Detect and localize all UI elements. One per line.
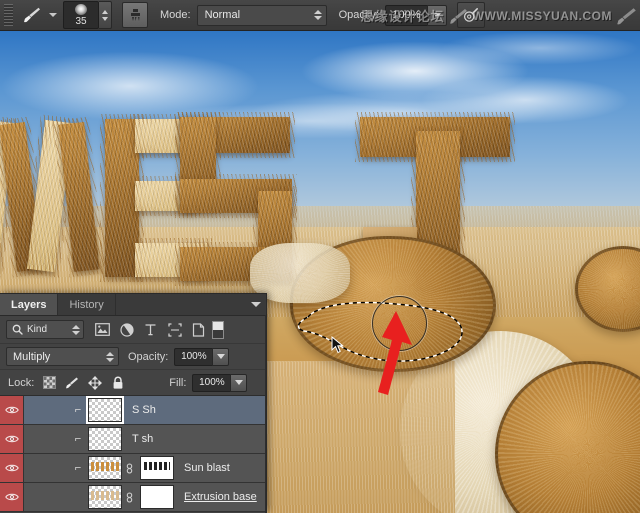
- layer-fill-input[interactable]: 100%: [192, 373, 231, 392]
- letter-e-stem: [105, 119, 139, 277]
- chevron-updown-icon: [72, 324, 80, 335]
- stepper-up-icon: [102, 9, 108, 14]
- layer-thumbnail[interactable]: [88, 398, 122, 422]
- options-bar-grip[interactable]: [4, 4, 13, 26]
- airbrush-toggle-button[interactable]: [456, 2, 485, 28]
- tool-options-bar[interactable]: 35 Mode: Normal Opacity: 100% 思缘设计论坛 WWW…: [0, 0, 640, 31]
- panel-menu-icon[interactable]: [251, 302, 261, 307]
- mask-link-icon[interactable]: [124, 491, 135, 504]
- panel-right-edge: [265, 315, 266, 513]
- chevron-down-icon: [432, 12, 441, 18]
- layer-visibility-toggle[interactable]: [0, 396, 24, 424]
- eye-icon: [4, 464, 19, 472]
- lock-label: Lock:: [8, 376, 35, 389]
- layer-visibility-toggle[interactable]: [0, 425, 24, 453]
- layer-list[interactable]: ⌐ S Sh ⌐ T sh ⌐ Sun blast Extrusion base: [0, 396, 266, 512]
- layer-name[interactable]: Sun blast: [184, 462, 230, 474]
- layer-name[interactable]: Extrusion base: [184, 491, 257, 503]
- clipping-mask-arrow-icon: ⌐: [74, 433, 82, 445]
- clipping-mask-arrow-icon: ⌐: [74, 404, 82, 416]
- blend-mode-value: Normal: [204, 9, 241, 21]
- layers-panel[interactable]: Layers History Kind Multiply Opacity: 10…: [0, 293, 267, 513]
- type-layer-filter-icon[interactable]: [143, 322, 158, 337]
- brush-size-value: 35: [75, 16, 87, 27]
- filter-toggle-switch[interactable]: [212, 320, 224, 339]
- brush-size-preview[interactable]: 35: [63, 1, 99, 29]
- filter-type-icons[interactable]: [95, 322, 206, 337]
- shape-layer-filter-icon[interactable]: [167, 322, 182, 337]
- layer-fill-dropdown[interactable]: [230, 373, 248, 392]
- brush-tip-preview-icon: [75, 4, 87, 15]
- opacity-label: Opacity:: [338, 9, 379, 21]
- layer-opacity-input[interactable]: 100%: [174, 347, 213, 366]
- layer-filter-row[interactable]: Kind: [0, 316, 266, 343]
- brush-tool-icon[interactable]: [18, 3, 46, 27]
- smart-object-filter-icon[interactable]: [191, 322, 206, 337]
- toggle-brush-panel-button[interactable]: [122, 2, 148, 28]
- lock-image-pixels-icon[interactable]: [65, 376, 79, 390]
- layer-blend-row[interactable]: Multiply Opacity: 100%: [0, 343, 266, 370]
- filter-kind-select[interactable]: Kind: [6, 320, 84, 339]
- layer-name[interactable]: S Sh: [132, 404, 156, 416]
- mask-link-icon[interactable]: [124, 462, 135, 475]
- eye-icon: [4, 406, 19, 414]
- brush-preset-picker-caret[interactable]: [49, 13, 57, 17]
- airbrush-icon: [463, 8, 478, 22]
- layer-opacity-label: Opacity:: [128, 350, 169, 363]
- panel-tab-bar[interactable]: Layers History: [0, 294, 266, 316]
- layer-thumbnail[interactable]: [88, 427, 122, 451]
- mode-label: Mode:: [160, 9, 191, 21]
- stepper-down-icon: [102, 16, 108, 21]
- adjustment-layer-filter-icon[interactable]: [119, 322, 134, 337]
- layer-mask-thumbnail[interactable]: [140, 456, 174, 480]
- watermark-url-text: WWW.MISSYUAN.COM: [472, 8, 612, 23]
- photoshop-window: 35 Mode: Normal Opacity: 100% 思缘设计论坛 WWW…: [0, 0, 640, 513]
- filter-kind-label: Kind: [27, 324, 48, 335]
- layer-name[interactable]: T sh: [132, 433, 153, 445]
- layer-mask-thumbnail[interactable]: [140, 485, 174, 509]
- letter-w-stroke: [58, 122, 100, 272]
- search-icon: [12, 324, 23, 335]
- table-row[interactable]: ⌐ S Sh: [0, 396, 266, 425]
- chevron-updown-icon: [313, 10, 322, 20]
- lock-buttons[interactable]: [42, 375, 125, 390]
- layer-blend-mode-value: Multiply: [13, 350, 51, 363]
- lock-position-icon[interactable]: [88, 375, 103, 390]
- tab-bar-filler: [115, 294, 251, 315]
- layer-thumbnail[interactable]: [88, 485, 122, 509]
- layer-blend-mode-select[interactable]: Multiply: [6, 347, 119, 366]
- watermark-brush-icon-2: [617, 7, 636, 24]
- chevron-down-icon: [216, 354, 225, 359]
- lock-all-icon[interactable]: [111, 376, 125, 390]
- tab-layers[interactable]: Layers: [0, 294, 59, 315]
- blend-mode-select[interactable]: Normal: [196, 4, 327, 26]
- layer-visibility-toggle[interactable]: [0, 454, 24, 482]
- fill-label: Fill:: [169, 376, 187, 389]
- opacity-input[interactable]: 100%: [384, 4, 427, 26]
- brush-size-stepper[interactable]: [99, 1, 112, 29]
- clipping-mask-arrow-icon: ⌐: [74, 462, 82, 474]
- tab-history[interactable]: History: [58, 294, 116, 315]
- brush-icon: [24, 7, 40, 23]
- table-row[interactable]: ⌐ T sh: [0, 425, 266, 454]
- chevron-updown-icon: [106, 351, 114, 362]
- layer-opacity-dropdown[interactable]: [212, 347, 230, 366]
- table-row[interactable]: ⌐ Sun blast: [0, 454, 266, 483]
- opacity-dropdown-button[interactable]: [426, 4, 447, 26]
- chevron-down-icon: [234, 380, 243, 385]
- eye-icon: [4, 493, 19, 501]
- pixel-layer-filter-icon[interactable]: [95, 322, 110, 337]
- layer-lock-row[interactable]: Lock: Fill: 100%: [0, 370, 266, 396]
- layer-visibility-toggle[interactable]: [0, 483, 24, 511]
- brush-panel-icon: [130, 8, 140, 21]
- table-row[interactable]: ⌐ Extrusion base: [0, 483, 266, 512]
- layer-thumbnail[interactable]: [88, 456, 122, 480]
- eye-icon: [4, 435, 19, 443]
- foreground-straw-ground: [255, 361, 455, 513]
- lock-transparent-pixels-icon[interactable]: [42, 376, 56, 390]
